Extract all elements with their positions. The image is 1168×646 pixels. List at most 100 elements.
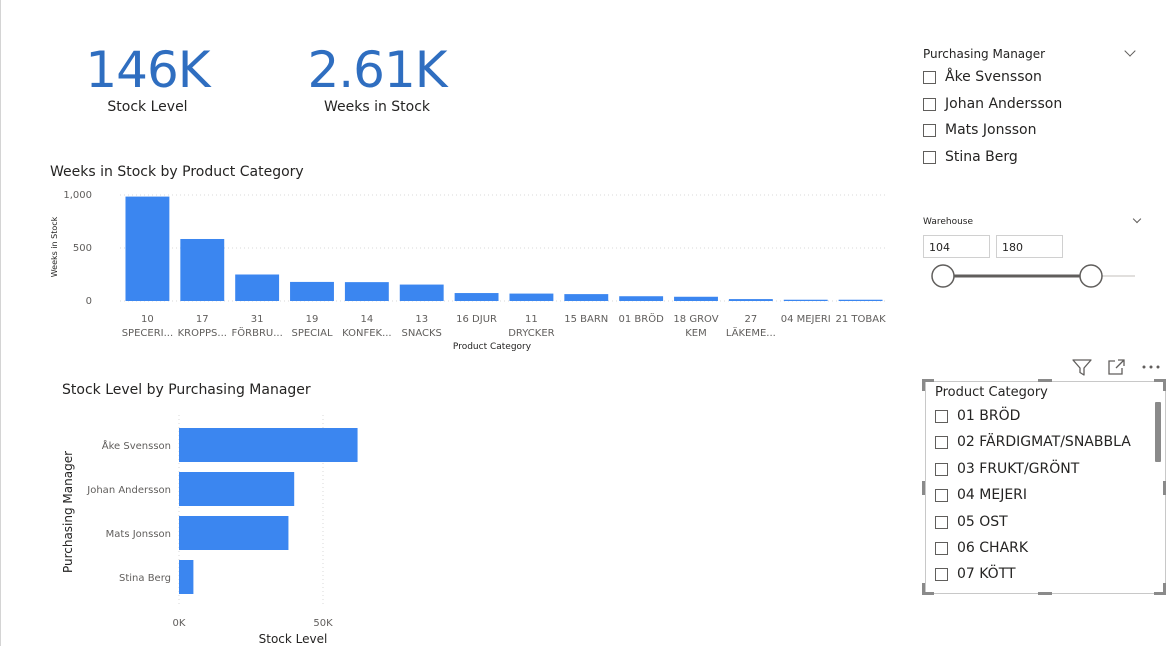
bar[interactable] xyxy=(344,282,389,301)
slicer-item-stina-berg[interactable]: Stina Berg xyxy=(923,149,1018,165)
bar[interactable] xyxy=(564,294,609,301)
x-tick-label: 10 xyxy=(141,314,154,325)
slicer-item-06-chark[interactable]: 06 CHARK xyxy=(935,540,1028,556)
x-tick-label: 14 xyxy=(360,314,373,325)
bar[interactable] xyxy=(454,293,499,301)
slicer-item-04-mejeri[interactable]: 04 MEJERI xyxy=(935,487,1027,503)
x-tick-label: 15 BARN xyxy=(564,314,608,325)
x-tick-label: 50K xyxy=(313,618,333,629)
checkbox[interactable] xyxy=(923,97,936,111)
y-tick-label: 1,000 xyxy=(63,190,92,201)
resize-handle[interactable] xyxy=(922,583,925,595)
scrollbar-thumb[interactable] xyxy=(1155,402,1161,462)
bar[interactable] xyxy=(179,516,289,550)
slicer-item-ake-svensson[interactable]: Åke Svensson xyxy=(923,69,1042,85)
slicer-item-johan-andersson[interactable]: Johan Andersson xyxy=(923,96,1062,112)
bar[interactable] xyxy=(180,238,225,301)
x-tick-label: 19 xyxy=(306,314,319,325)
weeks-chart-ylabel: Weeks in Stock xyxy=(50,216,59,277)
slicer-item-label: 07 KÖTT xyxy=(957,566,1016,582)
checkbox[interactable] xyxy=(935,409,948,423)
bar[interactable] xyxy=(728,299,773,301)
chevron-down-icon[interactable] xyxy=(1132,214,1142,224)
slicer-item-label: 05 OST xyxy=(957,514,1008,530)
more-options-icon[interactable] xyxy=(1141,357,1163,377)
x-tick-label: KROPPS... xyxy=(178,328,227,339)
bar[interactable] xyxy=(674,296,718,301)
x-tick-label: 18 GROV xyxy=(673,314,718,325)
bar[interactable] xyxy=(125,196,170,301)
checkbox[interactable] xyxy=(923,123,936,137)
y-tick-label: 500 xyxy=(73,243,92,254)
kpi-card-stock-level[interactable]: 146K Stock Level xyxy=(60,42,235,116)
x-tick-label: FÖRBRU... xyxy=(232,326,283,339)
resize-handle[interactable] xyxy=(922,379,925,391)
x-tick-label: 31 xyxy=(251,314,264,325)
resize-handle[interactable] xyxy=(1163,481,1166,495)
checkbox[interactable] xyxy=(923,150,936,164)
x-tick-label: DRYCKER xyxy=(508,328,554,339)
bar[interactable] xyxy=(179,428,358,462)
x-tick-label: KEM xyxy=(685,328,707,339)
weeks-in-stock-chart[interactable]: 0 500 1,000 10 SPECERI... 17 KROPPS... 31FÖRBR… xyxy=(40,185,920,380)
y-tick-label: 0 xyxy=(86,296,92,307)
bar[interactable] xyxy=(838,299,883,301)
resize-handle[interactable] xyxy=(922,481,925,495)
resize-handle[interactable] xyxy=(1038,592,1052,595)
x-tick-label: 13 xyxy=(415,314,428,325)
bar[interactable] xyxy=(619,296,664,301)
slicer-item-05-ost[interactable]: 05 OST xyxy=(935,514,1008,530)
slicer-item-label: 03 FRUKT/GRÖNT xyxy=(957,461,1080,477)
checkbox[interactable] xyxy=(923,70,936,84)
filter-icon[interactable] xyxy=(1071,357,1093,377)
slicer-item-01-brod[interactable]: 01 BRÖD xyxy=(935,408,1020,424)
bar[interactable] xyxy=(290,281,334,301)
slider-max-handle[interactable] xyxy=(1079,264,1103,288)
slicer-item-mats-jonsson[interactable]: Mats Jonsson xyxy=(923,122,1037,138)
checkbox[interactable] xyxy=(935,462,948,476)
x-tick-label: 04 MEJERI xyxy=(781,314,831,325)
kpi-label: Weeks in Stock xyxy=(323,99,431,115)
slicer-item-03-frukt-gront[interactable]: 03 FRUKT/GRÖNT xyxy=(935,461,1079,477)
checkbox[interactable] xyxy=(935,488,948,502)
weeks-chart-xlabel: Product Category xyxy=(453,342,532,352)
chevron-down-icon[interactable] xyxy=(1124,45,1136,57)
bar[interactable] xyxy=(179,472,295,506)
stock-chart-xlabel: Stock Level xyxy=(259,632,328,645)
kpi-value: 2.61K xyxy=(307,41,447,99)
warehouse-range-slider[interactable] xyxy=(925,262,1145,292)
slider-min-handle[interactable] xyxy=(931,264,955,288)
x-tick-label: 27 xyxy=(744,314,757,325)
warehouse-max-input[interactable]: 180 xyxy=(996,235,1063,258)
kpi-value: 146K xyxy=(85,41,210,99)
x-tick-label: 01 BRÖD xyxy=(618,312,664,325)
bar[interactable] xyxy=(509,293,554,301)
bar[interactable] xyxy=(179,560,194,594)
checkbox[interactable] xyxy=(935,515,948,529)
slicer-item-label: Stina Berg xyxy=(945,149,1018,165)
y-category-label: Stina Berg xyxy=(119,573,171,584)
kpi-card-weeks-in-stock[interactable]: 2.61K Weeks in Stock xyxy=(288,42,466,116)
y-category-label: Åke Svensson xyxy=(102,439,171,452)
resize-handle[interactable] xyxy=(1163,379,1166,391)
slicer-item-label: Mats Jonsson xyxy=(945,122,1037,138)
stock-level-chart[interactable]: Åke Svensson Johan Andersson Mats Jonsson S… xyxy=(55,405,515,645)
bar[interactable] xyxy=(235,274,280,302)
resize-handle[interactable] xyxy=(1163,583,1166,595)
bar[interactable] xyxy=(783,299,828,301)
checkbox[interactable] xyxy=(935,567,948,581)
checkbox[interactable] xyxy=(935,541,948,555)
slicer-item-label: 01 BRÖD xyxy=(957,408,1021,424)
x-tick-label: 16 DJUR xyxy=(456,314,497,325)
slicer-item-label: 06 CHARK xyxy=(957,540,1029,556)
slicer-item-label: 02 FÄRDIGMAT/SNABBLA xyxy=(957,434,1131,450)
checkbox[interactable] xyxy=(935,435,948,449)
bar[interactable] xyxy=(399,284,444,301)
focus-mode-icon[interactable] xyxy=(1106,357,1128,377)
slicer-item-07-kott[interactable]: 07 KÖTT xyxy=(935,566,1016,582)
warehouse-min-input[interactable]: 104 xyxy=(923,235,990,258)
x-tick-label: KONFEK... xyxy=(342,328,392,339)
slicer-item-02-fardigmat[interactable]: 02 FÄRDIGMAT/SNABBLA xyxy=(935,434,1131,450)
category-slicer-title: Product Category xyxy=(935,385,1048,400)
resize-handle[interactable] xyxy=(1038,379,1052,382)
